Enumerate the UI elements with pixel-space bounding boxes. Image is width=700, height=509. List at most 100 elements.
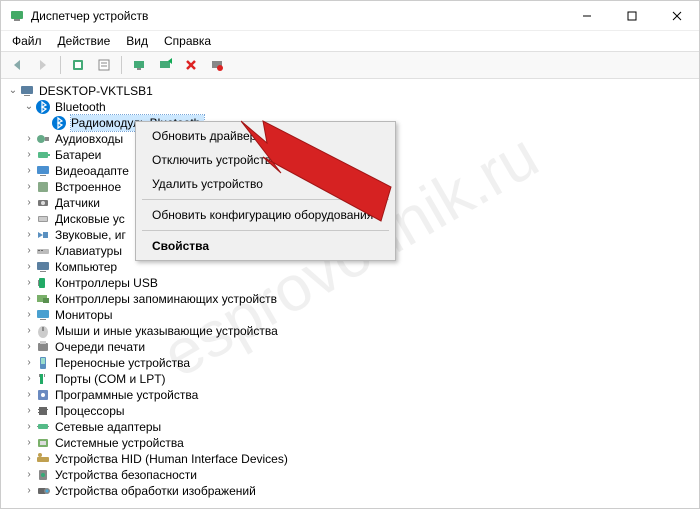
device-category-icon xyxy=(35,419,51,435)
separator xyxy=(121,56,122,74)
titlebar: Диспетчер устройств xyxy=(1,1,699,31)
device-category-icon xyxy=(35,371,51,387)
twisty-closed-icon[interactable]: › xyxy=(23,195,35,211)
window-title: Диспетчер устройств xyxy=(31,9,564,23)
category-label: Батареи xyxy=(55,147,105,163)
ctx-update-driver[interactable]: Обновить драйвер xyxy=(138,124,393,148)
uninstall-button[interactable] xyxy=(179,53,203,77)
twisty-closed-icon[interactable]: › xyxy=(23,227,35,243)
ctx-disable-device[interactable]: Отключить устройство xyxy=(138,148,393,172)
twisty-closed-icon[interactable]: › xyxy=(23,131,35,147)
disable-button[interactable] xyxy=(205,53,229,77)
twisty-closed-icon[interactable]: › xyxy=(23,291,35,307)
close-button[interactable] xyxy=(654,1,699,31)
category-label: Дисковые ус xyxy=(55,211,129,227)
ctx-scan-hardware[interactable]: Обновить конфигурацию оборудования xyxy=(138,203,393,227)
root-label: DESKTOP-VKTLSB1 xyxy=(39,83,157,99)
show-hidden-button[interactable] xyxy=(66,53,90,77)
ctx-remove-device[interactable]: Удалить устройство xyxy=(138,172,393,196)
twisty-open-icon[interactable]: ⌄ xyxy=(7,83,19,99)
device-category-icon xyxy=(35,195,51,211)
properties-button[interactable] xyxy=(92,53,116,77)
tree-root[interactable]: ⌄ DESKTOP-VKTLSB1 xyxy=(3,83,699,99)
twisty-closed-icon[interactable]: › xyxy=(23,259,35,275)
device-category-icon xyxy=(35,483,51,499)
category-label: Клавиатуры xyxy=(55,243,126,259)
menu-action[interactable]: Действие xyxy=(51,32,118,50)
device-category-icon xyxy=(35,275,51,291)
menu-file[interactable]: Файл xyxy=(5,32,49,50)
tree-category[interactable]: ›Мониторы xyxy=(3,307,699,323)
device-category-icon xyxy=(35,211,51,227)
twisty-closed-icon[interactable]: › xyxy=(23,419,35,435)
twisty-closed-icon[interactable]: › xyxy=(23,243,35,259)
twisty-closed-icon[interactable]: › xyxy=(23,147,35,163)
device-category-icon xyxy=(35,291,51,307)
twisty-closed-icon[interactable]: › xyxy=(23,307,35,323)
device-category-icon xyxy=(35,131,51,147)
category-label: Встроенное xyxy=(55,179,125,195)
tree-category[interactable]: ›Контроллеры USB xyxy=(3,275,699,291)
category-label: Переносные устройства xyxy=(55,355,194,371)
forward-button[interactable] xyxy=(31,53,55,77)
twisty-closed-icon[interactable]: › xyxy=(23,371,35,387)
twisty-closed-icon[interactable]: › xyxy=(23,451,35,467)
tree-category[interactable]: ›Устройства HID (Human Interface Devices… xyxy=(3,451,699,467)
category-label: Системные устройства xyxy=(55,435,188,451)
tree-category[interactable]: › Мыши и иные указывающие устройства xyxy=(3,323,699,339)
twisty-closed-icon[interactable]: › xyxy=(23,163,35,179)
category-label: Контроллеры запоминающих устройств xyxy=(55,291,281,307)
tree-category[interactable]: ›Устройства обработки изображений xyxy=(3,483,699,499)
category-label: Аудиовходы xyxy=(55,131,127,147)
tree-category[interactable]: › Контроллеры запоминающих устройств xyxy=(3,291,699,307)
device-category-icon xyxy=(35,435,51,451)
twisty-closed-icon[interactable]: › xyxy=(23,387,35,403)
category-label: Мыши и иные указывающие устройства xyxy=(55,323,282,339)
twisty-closed-icon[interactable]: › xyxy=(23,355,35,371)
separator xyxy=(142,199,389,200)
twisty-closed-icon[interactable]: › xyxy=(23,403,35,419)
category-label: Процессоры xyxy=(55,403,129,419)
tree-category[interactable]: ›Очереди печати xyxy=(3,339,699,355)
tree-category[interactable]: › Порты (COM и LPT) xyxy=(3,371,699,387)
tree-category[interactable]: › Переносные устройства xyxy=(3,355,699,371)
twisty-closed-icon[interactable]: › xyxy=(23,435,35,451)
tree-category[interactable]: › Сетевые адаптеры xyxy=(3,419,699,435)
computer-icon xyxy=(19,83,35,99)
tree-category[interactable]: ›Программные устройства xyxy=(3,387,699,403)
separator xyxy=(60,56,61,74)
twisty-closed-icon[interactable]: › xyxy=(23,275,35,291)
maximize-button[interactable] xyxy=(609,1,654,31)
menu-view[interactable]: Вид xyxy=(119,32,155,50)
menubar: Файл Действие Вид Справка xyxy=(1,31,699,51)
category-label: Сетевые адаптеры xyxy=(55,419,165,435)
minimize-button[interactable] xyxy=(564,1,609,31)
separator xyxy=(142,230,389,231)
category-label: Устройства безопасности xyxy=(55,467,201,483)
device-category-icon xyxy=(35,179,51,195)
twisty-closed-icon[interactable]: › xyxy=(23,211,35,227)
menu-help[interactable]: Справка xyxy=(157,32,218,50)
ctx-properties[interactable]: Свойства xyxy=(138,234,393,258)
twisty-closed-icon[interactable]: › xyxy=(23,467,35,483)
category-label: Датчики xyxy=(55,195,104,211)
tree-category[interactable]: › Устройства безопасности xyxy=(3,467,699,483)
scan-button[interactable] xyxy=(127,53,151,77)
back-button[interactable] xyxy=(5,53,29,77)
toolbar xyxy=(1,51,699,79)
category-label: Порты (COM и LPT) xyxy=(55,371,170,387)
bluetooth-label: Bluetooth xyxy=(55,99,110,115)
tree-category[interactable]: ›Компьютер xyxy=(3,259,699,275)
twisty-closed-icon[interactable]: › xyxy=(23,483,35,499)
twisty-open-icon[interactable]: ⌄ xyxy=(23,99,35,115)
bluetooth-icon xyxy=(35,99,51,115)
tree-category[interactable]: › Системные устройства xyxy=(3,435,699,451)
device-category-icon xyxy=(35,339,51,355)
twisty-closed-icon[interactable]: › xyxy=(23,323,35,339)
twisty-closed-icon[interactable]: › xyxy=(23,179,35,195)
device-category-icon xyxy=(35,467,51,483)
twisty-closed-icon[interactable]: › xyxy=(23,339,35,355)
update-driver-button[interactable] xyxy=(153,53,177,77)
tree-category[interactable]: › Процессоры xyxy=(3,403,699,419)
tree-category-bluetooth[interactable]: ⌄ Bluetooth xyxy=(3,99,699,115)
